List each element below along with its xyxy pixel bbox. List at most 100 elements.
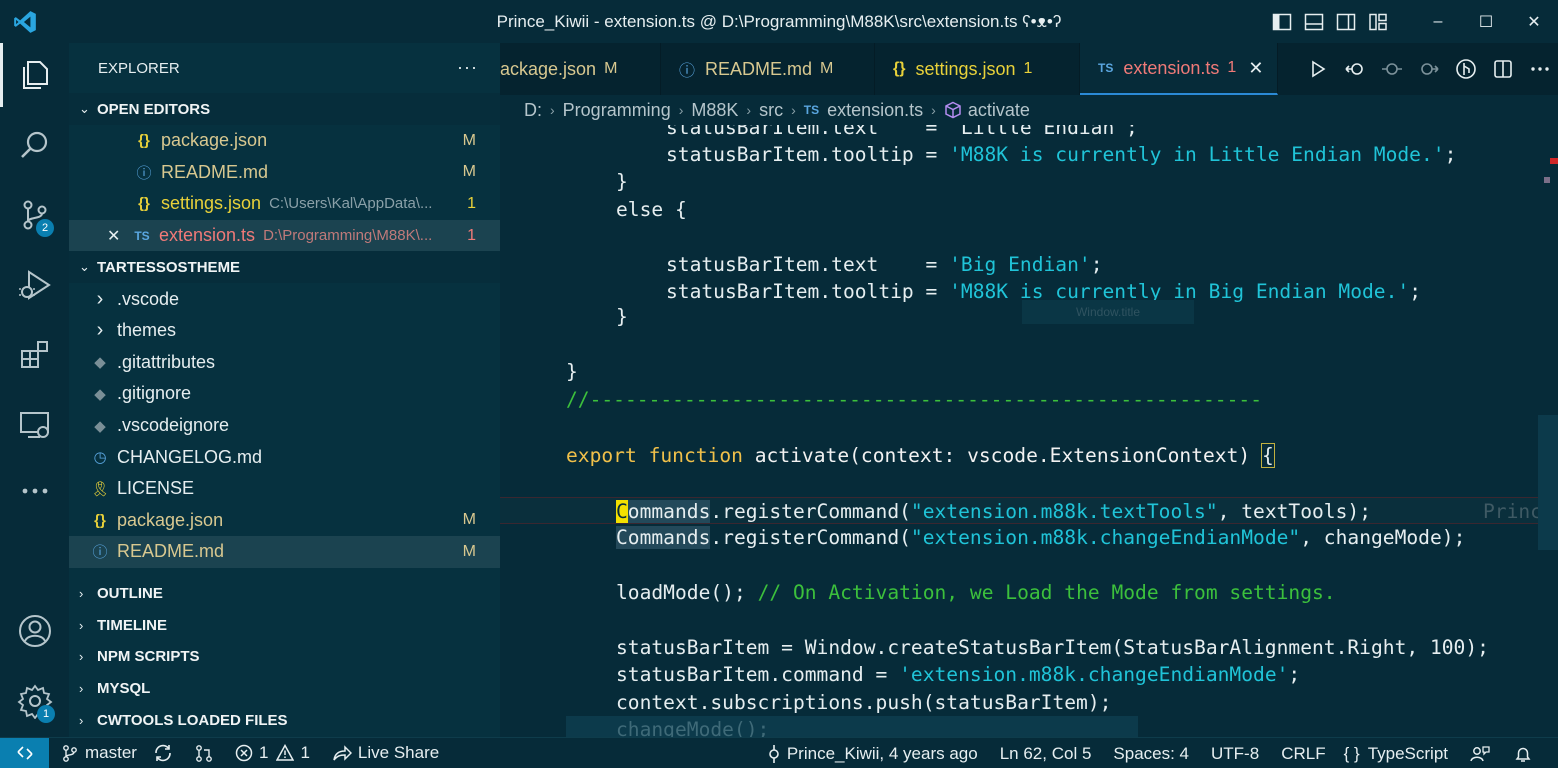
close-tab-icon[interactable]: ✕ <box>1248 58 1263 79</box>
notifications-button[interactable] <box>1504 738 1558 768</box>
folder-label: themes <box>117 320 177 341</box>
tab-settings-json[interactable]: {} settings.json 1 <box>875 43 1080 95</box>
next-change-button[interactable] <box>1410 43 1447 95</box>
tab-package-json[interactable]: ackage.json M <box>500 43 661 95</box>
breadcrumb-drive[interactable]: D: <box>524 100 542 121</box>
open-editor-item[interactable]: {} settings.json C:\Users\Kal\AppData\..… <box>69 188 500 220</box>
title-bar: Prince_Kiwii - extension.ts @ D:\Program… <box>0 0 1558 43</box>
editor-scrollbar[interactable] <box>1538 125 1558 737</box>
breadcrumb-folder[interactable]: src <box>759 100 783 121</box>
run-button[interactable] <box>1299 43 1336 95</box>
more-actions-button[interactable] <box>1521 43 1558 95</box>
file-item[interactable]: ⓘ README.md M <box>69 536 500 568</box>
eol-status[interactable]: CRLF <box>1267 738 1333 768</box>
split-editor-button[interactable] <box>1484 43 1521 95</box>
folder-item[interactable]: › themes <box>69 315 500 347</box>
outline-label: OUTLINE <box>97 585 163 603</box>
code-line: loadMode(); // On Activation, we Load th… <box>616 581 1336 604</box>
vscode-logo-icon[interactable] <box>12 9 38 35</box>
open-editor-item[interactable]: ⓘ README.md M <box>69 157 500 189</box>
git-blame-status[interactable]: Prince_Kiwii, 4 years ago <box>759 738 986 768</box>
pull-requests-button[interactable] <box>187 738 227 768</box>
extensions-activity[interactable] <box>0 323 69 387</box>
encoding-status[interactable]: UTF-8 <box>1197 738 1267 768</box>
git-commit-icon <box>769 744 779 763</box>
folder-item[interactable]: › .vscode <box>69 283 500 315</box>
file-item[interactable]: ◆ .gitignore <box>69 378 500 410</box>
close-window-button[interactable]: ✕ <box>1510 0 1558 43</box>
minimize-button[interactable]: – <box>1414 0 1462 43</box>
timeline-button[interactable] <box>1373 43 1410 95</box>
feedback-icon <box>1470 745 1490 761</box>
explorer-more-button[interactable]: ··· <box>457 57 478 78</box>
file-label: LICENSE <box>117 478 195 499</box>
timeline-section[interactable]: › TIMELINE <box>69 609 500 642</box>
indentation-status[interactable]: Spaces: 4 <box>1099 738 1197 768</box>
code-line: else { <box>616 198 687 221</box>
breadcrumb-folder[interactable]: Programming <box>563 100 671 121</box>
language-mode[interactable]: { } TypeScript <box>1334 738 1456 768</box>
feedback-button[interactable] <box>1456 738 1504 768</box>
warning-icon <box>276 744 295 761</box>
info-icon: ⓘ <box>136 164 152 182</box>
tab-label: settings.json <box>915 58 1016 79</box>
live-share-button[interactable]: Live Share <box>318 738 447 768</box>
npm-scripts-section[interactable]: › NPM SCRIPTS <box>69 641 500 673</box>
toggle-secondary-sidebar-button[interactable] <box>1330 0 1362 43</box>
sync-button[interactable] <box>145 738 187 768</box>
branch-status[interactable]: master <box>49 738 145 768</box>
file-item[interactable]: 🎗 LICENSE <box>69 473 500 505</box>
manage-activity[interactable]: 1 <box>0 669 69 733</box>
code-line: } <box>566 360 578 383</box>
toggle-sidebar-button[interactable] <box>1266 0 1298 43</box>
open-editor-item[interactable]: {} package.json M <box>69 125 500 157</box>
scrollbar-thumb[interactable] <box>1538 415 1558 550</box>
tab-extension-ts[interactable]: TS extension.ts 1 ✕ <box>1080 43 1278 95</box>
go-back-icon <box>1344 63 1363 75</box>
file-item[interactable]: ◆ .vscodeignore <box>69 410 500 442</box>
live-share-label: Live Share <box>357 743 440 762</box>
previous-change-button[interactable] <box>1336 43 1373 95</box>
workspace-section[interactable]: ⌄ TARTESSOSTHEME <box>69 251 500 284</box>
run-debug-activity[interactable] <box>0 253 69 317</box>
problem-count: 1 <box>1023 60 1033 77</box>
more-icon <box>1530 67 1549 71</box>
file-label: README.md <box>117 541 225 562</box>
tab-readme[interactable]: ⓘ README.md M <box>661 43 875 95</box>
source-control-activity[interactable]: 2 <box>0 183 69 247</box>
search-activity[interactable] <box>0 113 69 177</box>
breadcrumb-file[interactable]: extension.ts <box>827 100 923 121</box>
maximize-button[interactable]: ☐ <box>1462 0 1510 43</box>
file-item[interactable]: ◷ CHANGELOG.md <box>69 441 500 473</box>
toggle-panel-button[interactable] <box>1298 0 1330 43</box>
explorer-activity[interactable] <box>0 43 69 107</box>
outline-section[interactable]: › OUTLINE <box>69 578 500 610</box>
cursor-position[interactable]: Ln 62, Col 5 <box>986 738 1100 768</box>
code-line: statusBarItem.tooltip = 'M88K is current… <box>666 143 1457 166</box>
accounts-activity[interactable] <box>0 599 69 663</box>
problems-status[interactable]: 1 1 <box>227 738 318 768</box>
breadcrumb-folder[interactable]: M88K <box>691 100 738 121</box>
json-icon: {} <box>138 195 150 213</box>
git-branch-icon <box>63 745 77 762</box>
code-editor[interactable]: statusBarItem.text = 'Little Endian'; st… <box>500 125 1558 737</box>
cwtools-section[interactable]: › CWTOOLS LOADED FILES <box>69 704 500 736</box>
customize-layout-button[interactable] <box>1362 0 1394 43</box>
open-editors-section[interactable]: ⌄ OPEN EDITORS <box>69 93 500 125</box>
file-item[interactable]: {} package.json M <box>69 505 500 537</box>
editor-actions <box>1299 43 1558 95</box>
split-editor-icon <box>1493 60 1512 78</box>
mysql-section[interactable]: › MYSQL <box>69 672 500 705</box>
open-editor-item[interactable]: ✕ TS extension.ts D:\Programming\M88K\..… <box>69 219 500 252</box>
breadcrumb: D: › Programming › M88K › src › TS exten… <box>500 95 1558 125</box>
file-item[interactable]: ◆ .gitattributes <box>69 347 500 379</box>
breadcrumb-symbol[interactable]: activate <box>968 100 1030 121</box>
more-activity[interactable] <box>0 459 69 523</box>
remote-indicator[interactable] <box>0 737 49 768</box>
git-lens-button[interactable] <box>1447 43 1484 95</box>
code-line: export function activate(context: vscode… <box>566 443 1275 468</box>
chevron-right-icon: › <box>746 102 752 118</box>
remote-explorer-activity[interactable] <box>0 393 69 457</box>
mysql-label: MYSQL <box>97 680 151 698</box>
close-icon[interactable]: ✕ <box>107 226 127 246</box>
